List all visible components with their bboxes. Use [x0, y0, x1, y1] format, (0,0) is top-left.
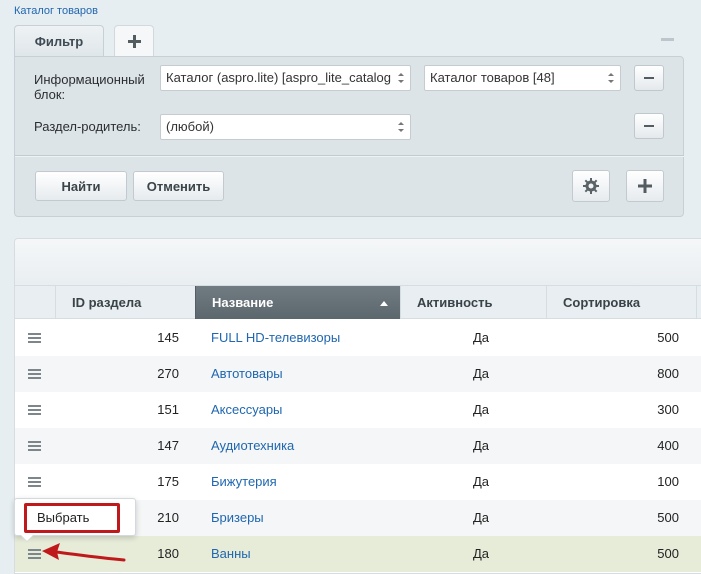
- cell-active: Да: [472, 402, 490, 417]
- cell-active: Да: [472, 474, 490, 489]
- column-handle: [15, 286, 55, 319]
- table-row[interactable]: 147 Аудиотехника Да 400: [15, 428, 701, 464]
- sort-asc-icon: [380, 301, 388, 306]
- table-row[interactable]: 270 Автотовары Да 800: [15, 356, 701, 392]
- infoblock-select[interactable]: Каталог товаров [48]: [424, 65, 621, 91]
- collapse-filter-icon[interactable]: [661, 38, 674, 41]
- column-header-sort[interactable]: Сортировка: [546, 286, 696, 319]
- cell-name-link[interactable]: Бризеры: [211, 500, 401, 536]
- list-toolbar: [15, 239, 701, 286]
- row-context-menu: Выбрать: [14, 498, 136, 536]
- remove-field-button[interactable]: [634, 113, 664, 139]
- add-filter-field-button[interactable]: [626, 170, 664, 202]
- plus-icon: [638, 179, 652, 193]
- field-label-parent-section: Раздел-родитель:: [34, 119, 141, 134]
- cell-active: Да: [472, 546, 490, 561]
- row-menu-icon[interactable]: [28, 477, 41, 487]
- table-header: ID раздела Название Активность Сортировк…: [15, 286, 701, 319]
- column-header-extra: [696, 286, 701, 319]
- cell-sort: 500: [657, 546, 679, 561]
- column-header-name[interactable]: Название: [195, 286, 400, 319]
- table-row[interactable]: 175 Бижутерия Да 100: [15, 464, 701, 500]
- cell-sort: 800: [657, 366, 679, 381]
- field-label-infoblock: Информационный блок:: [34, 72, 145, 102]
- cell-name-link[interactable]: Аксессуары: [211, 392, 401, 428]
- minus-icon: [644, 125, 654, 127]
- cell-name-link[interactable]: Ванны: [211, 536, 401, 572]
- column-header-active[interactable]: Активность: [400, 286, 546, 319]
- cell-name-link[interactable]: Аудиотехника: [211, 428, 401, 464]
- filter-settings-button[interactable]: [572, 170, 610, 202]
- row-menu-icon[interactable]: [28, 441, 41, 451]
- cell-active: Да: [472, 366, 490, 381]
- cell-name-link[interactable]: Бижутерия: [211, 464, 401, 500]
- cell-id: 175: [157, 474, 179, 489]
- red-arrow-annotation-icon: [42, 543, 126, 562]
- row-menu-icon[interactable]: [28, 405, 41, 415]
- select-value: Каталог (aspro.lite) [aspro_lite_catalog: [166, 70, 392, 85]
- cell-sort: 100: [657, 474, 679, 489]
- filter-divider: [15, 155, 684, 156]
- select-value: Каталог товаров [48]: [430, 70, 555, 85]
- cell-name-link[interactable]: FULL HD-телевизоры: [211, 320, 401, 356]
- parent-section-select[interactable]: (любой): [160, 114, 411, 140]
- table-row[interactable]: 151 Аксессуары Да 300: [15, 392, 701, 428]
- cell-id: 270: [157, 366, 179, 381]
- cell-id: 145: [157, 330, 179, 345]
- tab-filter[interactable]: Фильтр: [14, 25, 104, 57]
- cell-sort: 500: [657, 330, 679, 345]
- cell-sort: 300: [657, 402, 679, 417]
- breadcrumb[interactable]: Каталог товаров: [14, 5, 98, 17]
- select-arrows-icon: [608, 73, 614, 83]
- table-row[interactable]: 145 FULL HD-телевизоры Да 500: [15, 320, 701, 356]
- plus-icon: [127, 34, 141, 48]
- menu-item-select[interactable]: Выбрать: [24, 503, 120, 533]
- row-menu-icon[interactable]: [28, 333, 41, 343]
- infoblock-type-select[interactable]: Каталог (aspro.lite) [aspro_lite_catalog: [160, 65, 411, 91]
- cell-active: Да: [472, 510, 490, 525]
- cell-active: Да: [472, 330, 490, 345]
- cell-id: 147: [157, 438, 179, 453]
- remove-field-button[interactable]: [634, 65, 664, 91]
- row-menu-icon[interactable]: [28, 369, 41, 379]
- select-arrows-icon: [398, 73, 404, 83]
- column-header-id[interactable]: ID раздела: [55, 286, 195, 319]
- column-header-name-label: Название: [212, 295, 274, 310]
- cell-active: Да: [472, 438, 490, 453]
- cell-sort: 500: [657, 510, 679, 525]
- cell-sort: 400: [657, 438, 679, 453]
- context-menu-pointer: [21, 535, 33, 541]
- minus-icon: [644, 77, 654, 79]
- gear-icon: [583, 178, 599, 194]
- select-value: (любой): [166, 119, 214, 134]
- cell-name-link[interactable]: Автотовары: [211, 356, 401, 392]
- cell-id: 151: [157, 402, 179, 417]
- cancel-button[interactable]: Отменить: [133, 171, 224, 201]
- select-arrows-icon: [398, 122, 404, 132]
- add-filter-tab-button[interactable]: [114, 25, 154, 56]
- find-button[interactable]: Найти: [35, 171, 127, 201]
